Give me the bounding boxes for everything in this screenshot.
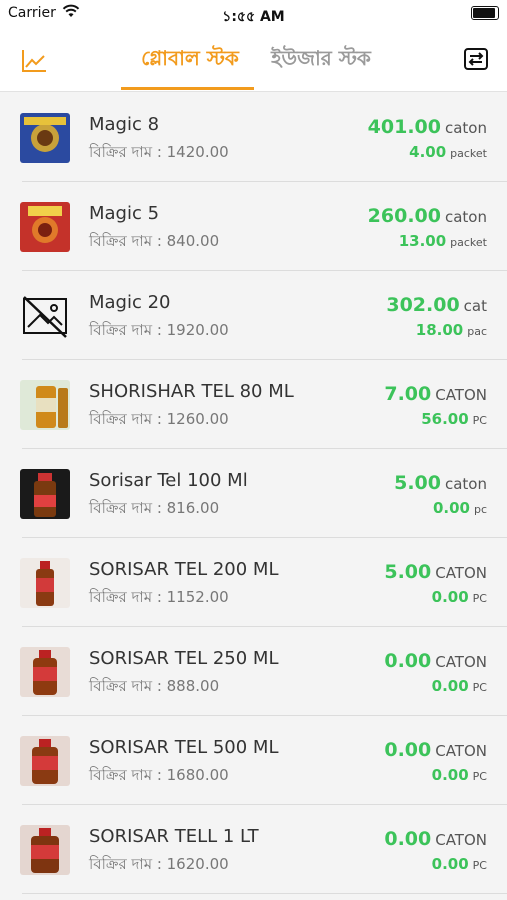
unit-primary: CATON	[435, 386, 487, 404]
unit-secondary: pac	[467, 325, 487, 338]
product-image	[20, 736, 70, 786]
product-image	[20, 469, 70, 519]
quantity-secondary: 0.00	[432, 499, 470, 517]
quantity-secondary: 18.00	[415, 321, 464, 339]
unit-secondary: PC	[472, 681, 487, 694]
product-name: SORISAR TEL 200 ML	[89, 559, 279, 580]
quantity-primary: 7.00	[384, 383, 432, 405]
stock-list: Magic 8 বিক্রির দাম : 1420.00 401.00 cato…	[0, 93, 507, 894]
unit-primary: caton	[444, 475, 487, 493]
product-image	[20, 380, 70, 430]
unit-primary: caton	[444, 208, 487, 226]
quantity-secondary: 0.00	[431, 766, 469, 784]
sale-price: বিক্রির দাম : 1152.00	[89, 588, 229, 606]
product-name: SORISAR TEL 500 ML	[89, 737, 279, 758]
unit-primary: caton	[444, 119, 487, 137]
quantity-primary: 260.00	[367, 205, 441, 227]
unit-secondary: pc	[473, 503, 487, 516]
sale-price: বিক্রির দাম : 816.00	[89, 499, 220, 517]
unit-secondary: PC	[472, 414, 487, 427]
unit-secondary: packet	[450, 236, 487, 249]
active-tab-indicator	[121, 87, 254, 90]
product-image	[20, 647, 70, 697]
unit-secondary: PC	[472, 859, 487, 872]
list-item[interactable]: Magic 20 বিক্রির দাম : 1920.00 302.00 cat…	[0, 271, 507, 360]
product-name: Sorisar Tel 100 Ml	[89, 470, 248, 491]
quantity-primary: 5.00	[384, 561, 432, 583]
quantity-secondary: 4.00	[409, 143, 447, 161]
unit-primary: CATON	[435, 742, 487, 760]
unit-secondary: packet	[450, 147, 487, 160]
no-image-icon	[23, 296, 67, 338]
sale-price: বিক্রির দাম : 1920.00	[89, 321, 229, 339]
product-name: Magic 20	[89, 292, 171, 313]
quantity-secondary: 13.00	[398, 232, 447, 250]
unit-secondary: PC	[472, 592, 487, 605]
unit-primary: cat	[463, 297, 487, 315]
tab-global-stock[interactable]: গ্লোবাল স্টক	[128, 44, 252, 88]
product-image	[20, 825, 70, 875]
quantity-primary: 5.00	[394, 472, 441, 494]
list-item[interactable]: Magic 8 বিক্রির দাম : 1420.00 401.00 cato…	[0, 93, 507, 182]
product-name: Magic 5	[89, 203, 160, 224]
list-item[interactable]: Sorisar Tel 100 Ml বিক্রির দাম : 816.00 …	[0, 449, 507, 538]
quantity-secondary: 0.00	[431, 588, 469, 606]
quantity-secondary: 56.00	[421, 410, 469, 428]
chart-icon[interactable]	[20, 48, 48, 74]
sale-price: বিক্রির দাম : 1620.00	[89, 855, 229, 873]
quantity-primary: 0.00	[384, 739, 432, 761]
list-item[interactable]: SORISAR TELL 1 LT বিক্রির দাম : 1620.00 …	[0, 805, 507, 894]
sale-price: বিক্রির দাম : 1260.00	[89, 410, 229, 428]
product-image	[20, 202, 70, 252]
list-item[interactable]: SORISAR TEL 500 ML বিক্রির দাম : 1680.00…	[0, 716, 507, 805]
unit-primary: CATON	[435, 831, 487, 849]
product-name: Magic 8	[89, 114, 160, 135]
quantity-secondary: 0.00	[431, 855, 469, 873]
product-image	[20, 113, 70, 163]
swap-icon[interactable]	[463, 46, 489, 72]
list-item[interactable]: SHORISHAR TEL 80 ML বিক্রির দাম : 1260.0…	[0, 360, 507, 449]
product-name: SORISAR TELL 1 LT	[89, 826, 259, 847]
clock: ১:৫৫ AM	[222, 9, 285, 25]
sale-price: বিক্রির দাম : 1680.00	[89, 766, 229, 784]
product-name: SHORISHAR TEL 80 ML	[89, 381, 294, 402]
list-item[interactable]: Magic 5 বিক্রির দাম : 840.00 260.00 caton…	[0, 182, 507, 271]
quantity-primary: 401.00	[367, 116, 441, 138]
quantity-secondary: 0.00	[431, 677, 469, 695]
unit-secondary: PC	[472, 770, 487, 783]
sale-price: বিক্রির দাম : 1420.00	[89, 143, 229, 161]
quantity-primary: 302.00	[386, 294, 460, 316]
product-image	[20, 558, 70, 608]
unit-primary: CATON	[435, 653, 487, 671]
status-bar: Carrier ১:৫৫ AM	[0, 0, 507, 30]
list-item[interactable]: SORISAR TEL 200 ML বিক্রির দাম : 1152.00…	[0, 538, 507, 627]
unit-primary: CATON	[435, 564, 487, 582]
top-bar: গ্লোবাল স্টক ইউজার স্টক	[0, 30, 507, 92]
sale-price: বিক্রির দাম : 840.00	[89, 232, 220, 250]
quantity-primary: 0.00	[384, 650, 432, 672]
list-item[interactable]: SORISAR TEL 250 ML বিক্রির দাম : 888.00 …	[0, 627, 507, 716]
sale-price: বিক্রির দাম : 888.00	[89, 677, 220, 695]
battery-icon	[471, 6, 499, 20]
tab-user-stock[interactable]: ইউজার স্টক	[262, 44, 380, 88]
quantity-primary: 0.00	[384, 828, 432, 850]
product-name: SORISAR TEL 250 ML	[89, 648, 279, 669]
